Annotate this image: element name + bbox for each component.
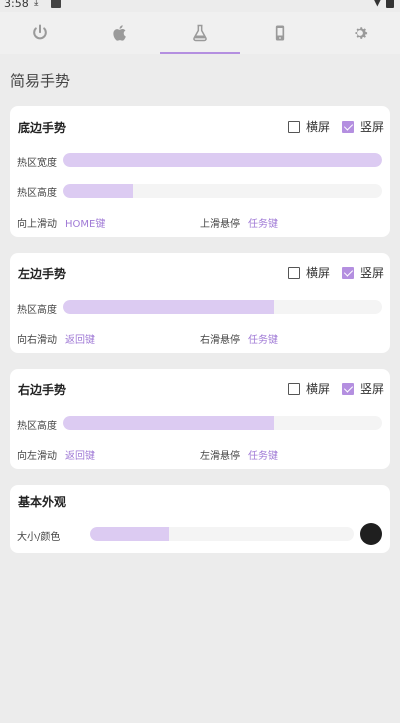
swipe-label: 向右滑动 <box>17 335 57 346</box>
portrait-checkbox[interactable]: 竖屏 <box>342 118 384 135</box>
swipe-action[interactable]: 返回键 <box>65 447 95 462</box>
download-icon: ⤓ <box>34 0 39 8</box>
slider-fill <box>63 300 274 314</box>
checkbox-label: 竖屏 <box>360 120 385 134</box>
portrait-checkbox[interactable]: 竖屏 <box>342 380 384 397</box>
checkbox-label: 横屏 <box>306 120 331 134</box>
landscape-checkbox[interactable]: 横屏 <box>288 380 330 397</box>
swipe-action[interactable]: 返回键 <box>65 331 95 346</box>
checkbox-label: 横屏 <box>306 382 331 396</box>
tab-power[interactable] <box>0 12 80 54</box>
tab-apple[interactable] <box>80 12 160 54</box>
landscape-checkbox[interactable]: 横屏 <box>288 118 330 135</box>
swipe-label: 向上滑动 <box>17 219 57 230</box>
status-bar: 3:58 ⤓ ▼ <box>0 0 400 12</box>
tab-flask[interactable] <box>160 12 240 54</box>
hover-label: 上滑悬停 <box>200 219 240 230</box>
tab-settings[interactable] <box>320 12 400 54</box>
height-label: 热区高度 <box>17 305 57 316</box>
size-slider[interactable] <box>90 527 354 541</box>
phone-icon <box>275 25 285 41</box>
flask-icon <box>193 24 207 42</box>
right-gesture-card: 右边手势 横屏 竖屏 热区高度 向左滑动 返回键 左滑悬停 任务键 <box>10 369 390 469</box>
hover-action[interactable]: 任务键 <box>248 215 278 230</box>
slider-fill <box>63 416 274 430</box>
checkbox-checked-icon <box>342 382 354 395</box>
landscape-checkbox[interactable]: 横屏 <box>288 264 330 281</box>
status-time: 3:58 <box>4 0 29 10</box>
checkbox-checked-icon <box>342 120 354 133</box>
bottom-gesture-card: 底边手势 横屏 竖屏 热区宽度 热区高度 向上滑动 HOME键 上滑悬停 任务键 <box>10 106 390 237</box>
checkbox-label: 竖屏 <box>360 382 385 396</box>
height-slider[interactable] <box>63 300 382 314</box>
height-slider[interactable] <box>63 416 382 430</box>
size-color-label: 大小/颜色 <box>17 532 61 543</box>
slider-fill <box>90 527 170 541</box>
height-label: 热区高度 <box>17 421 57 432</box>
card-title: 基本外观 <box>18 495 67 509</box>
appearance-card: 基本外观 大小/颜色 <box>10 485 390 553</box>
tab-phone[interactable] <box>240 12 320 54</box>
hover-label: 右滑悬停 <box>200 335 240 346</box>
power-icon <box>33 24 47 40</box>
left-gesture-card: 左边手势 横屏 竖屏 热区高度 向右滑动 返回键 右滑悬停 任务键 <box>10 253 390 353</box>
swipe-label: 向左滑动 <box>17 451 57 462</box>
height-slider[interactable] <box>63 184 382 198</box>
checkbox-label: 横屏 <box>306 266 331 280</box>
apple-icon <box>113 25 126 41</box>
gear-icon <box>355 27 368 39</box>
section-title: 简易手势 <box>10 72 71 90</box>
tab-bar <box>0 12 400 54</box>
notification-icon <box>51 0 61 8</box>
checkbox-unchecked-icon <box>288 382 300 395</box>
width-slider[interactable] <box>63 153 382 167</box>
height-label: 热区高度 <box>17 188 57 199</box>
card-title: 底边手势 <box>18 121 67 135</box>
color-swatch[interactable] <box>360 523 382 545</box>
hover-action[interactable]: 任务键 <box>248 331 278 346</box>
slider-fill <box>63 153 382 167</box>
slider-fill <box>63 184 134 198</box>
checkbox-checked-icon <box>342 266 354 279</box>
checkbox-unchecked-icon <box>288 120 300 133</box>
battery-icon <box>386 0 394 8</box>
hover-action[interactable]: 任务键 <box>248 447 278 462</box>
width-label: 热区宽度 <box>17 158 57 169</box>
checkbox-label: 竖屏 <box>360 266 385 280</box>
hover-label: 左滑悬停 <box>200 451 240 462</box>
card-title: 左边手势 <box>18 267 67 281</box>
card-title: 右边手势 <box>18 383 67 397</box>
wifi-icon: ▼ <box>372 0 382 8</box>
portrait-checkbox[interactable]: 竖屏 <box>342 264 384 281</box>
checkbox-unchecked-icon <box>288 266 300 279</box>
swipe-action[interactable]: HOME键 <box>65 215 105 230</box>
